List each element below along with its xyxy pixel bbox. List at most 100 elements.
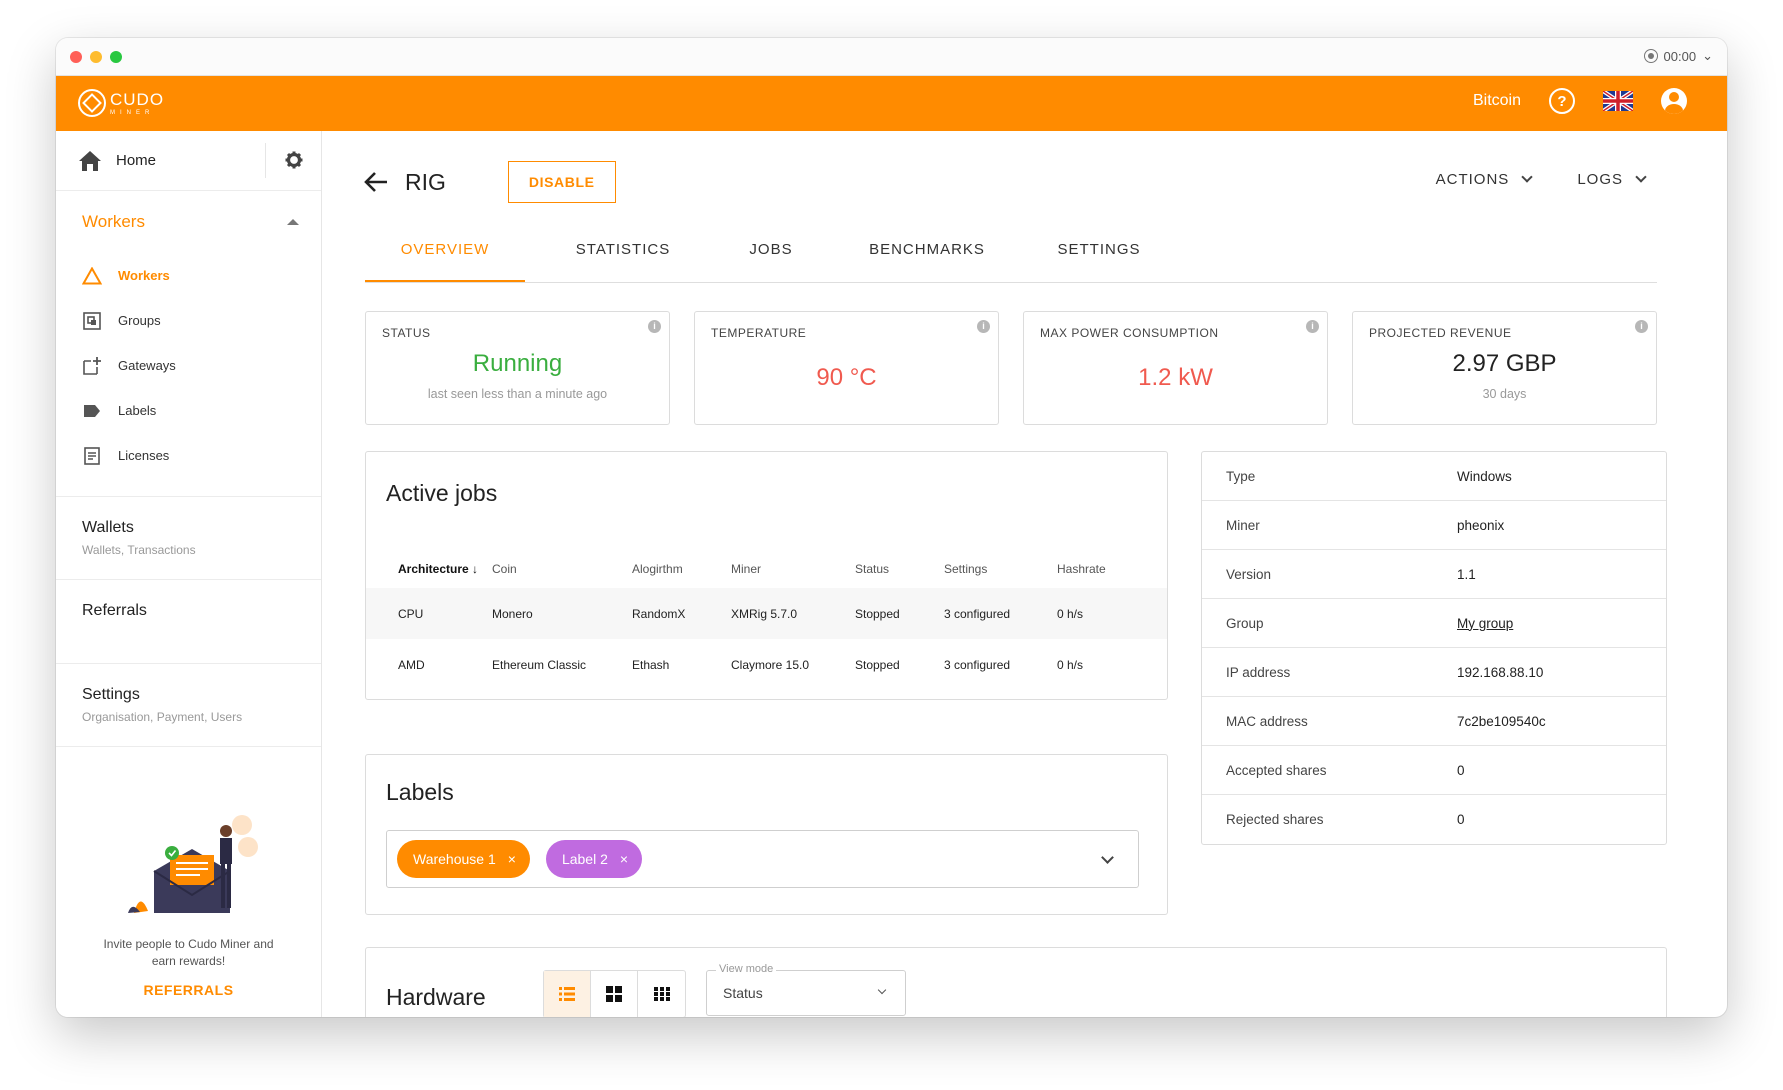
info-icon[interactable]: i (1306, 320, 1319, 333)
table-row[interactable]: CPU Monero RandomX XMRig 5.7.0 Stopped 3… (366, 588, 1167, 639)
label-chip[interactable]: Label 2 × (545, 840, 643, 878)
sidebar-item-workers[interactable]: Workers (56, 253, 321, 298)
sidebar-item-labels[interactable]: Labels (56, 388, 321, 433)
minimize-window-button[interactable] (90, 51, 102, 63)
sidebar-item-label: Licenses (118, 448, 170, 463)
maximize-window-button[interactable] (110, 51, 122, 63)
back-arrow-icon[interactable] (363, 171, 389, 193)
uk-flag-icon[interactable] (1603, 91, 1633, 111)
referrals-link[interactable]: REFERRALS (56, 982, 321, 998)
table-header-row: Architecture ↓ Coin Alogirthm Miner Stat… (366, 550, 1167, 588)
app-window: 00:00 ⌄ CUDO MINER Bitcoin ? Home Worker… (56, 38, 1727, 1017)
info-key: Group (1226, 615, 1264, 631)
remove-chip-icon[interactable]: × (508, 851, 516, 867)
column-header-status[interactable]: Status (855, 550, 944, 588)
table-cell: Stopped (855, 588, 944, 639)
tab-bar: OVERVIEW STATISTICS JOBS BENCHMARKS SETT… (365, 227, 1657, 283)
labels-select[interactable]: Warehouse 1 × Label 2 × (386, 830, 1139, 888)
tab-settings[interactable]: SETTINGS (1033, 227, 1165, 282)
chevron-down-icon (877, 985, 887, 995)
settings-subtitle: Organisation, Payment, Users (82, 710, 243, 724)
table-cell: 3 configured (944, 657, 1011, 672)
table-cell: Ethereum Classic (492, 657, 587, 672)
info-key: Rejected shares (1226, 812, 1324, 827)
wallets-title: Wallets (82, 519, 134, 536)
table-cell: 0 h/s (1057, 657, 1084, 672)
table-cell: XMRig 5.7.0 (731, 588, 855, 639)
tab-jobs[interactable]: JOBS (721, 227, 821, 282)
label-chip[interactable]: Warehouse 1 × (397, 840, 530, 878)
sidebar-home[interactable]: Home (56, 131, 321, 191)
list-view-button[interactable] (544, 971, 591, 1017)
info-value: pheonix (1457, 517, 1505, 533)
help-icon[interactable]: ? (1549, 88, 1575, 114)
account-icon[interactable] (1661, 88, 1687, 114)
column-header-architecture[interactable]: Architecture ↓ (366, 550, 492, 588)
recording-indicator[interactable]: 00:00 ⌄ (1643, 48, 1713, 64)
grid-icon (606, 986, 622, 1002)
column-header-hashrate[interactable]: Hashrate (1057, 550, 1167, 588)
table-cell: Monero (492, 588, 632, 639)
sidebar-item-gateways[interactable]: Gateways (56, 343, 321, 388)
referral-promo: Invite people to Cudo Miner and earn rew… (56, 811, 321, 998)
info-value: 192.168.88.10 (1457, 664, 1544, 680)
column-header-settings[interactable]: Settings (944, 550, 1057, 588)
compact-grid-icon (653, 987, 670, 1001)
gear-icon[interactable] (285, 151, 303, 169)
status-card: STATUS i Running last seen less than a m… (365, 311, 670, 425)
revenue-subtext: 30 days (1482, 387, 1527, 401)
currency-selector[interactable]: Bitcoin (1473, 92, 1521, 110)
referrals-title: Referrals (82, 602, 147, 619)
column-header-coin[interactable]: Coin (492, 550, 632, 588)
info-key: IP address (1226, 664, 1291, 680)
sidebar-item-groups[interactable]: Groups (56, 298, 321, 343)
info-row-mac: MAC address 7c2be109540c (1202, 697, 1666, 746)
tab-statistics[interactable]: STATISTICS (525, 227, 721, 282)
disable-button[interactable]: DISABLE (507, 161, 616, 203)
chevron-down-icon[interactable] (1101, 851, 1114, 864)
workers-section-header[interactable]: Workers (56, 191, 321, 253)
tab-overview[interactable]: OVERVIEW (365, 227, 525, 282)
info-icon[interactable]: i (1635, 320, 1648, 333)
table-cell: Claymore 15.0 (731, 657, 810, 672)
logs-dropdown[interactable]: LOGS (1577, 171, 1647, 188)
cudo-logo[interactable]: CUDO MINER (78, 89, 164, 117)
main-content: RIG DISABLE ACTIONS LOGS OVERVIEW STATIS… (323, 131, 1727, 1017)
table-cell: AMD (398, 657, 425, 672)
gateway-icon (82, 356, 102, 376)
info-value: 0 (1457, 762, 1465, 778)
warning-triangle-icon (82, 266, 102, 286)
logs-label: LOGS (1577, 171, 1623, 188)
revenue-value: 2.97 GBP (1452, 350, 1557, 377)
actions-dropdown[interactable]: ACTIONS (1436, 171, 1533, 188)
sidebar-item-licenses[interactable]: Licenses (56, 433, 321, 478)
logo-icon (78, 89, 106, 117)
sidebar-referrals[interactable]: Referrals (56, 579, 321, 663)
status-subtext: last seen less than a minute ago (427, 387, 608, 401)
table-cell: RandomX (632, 588, 731, 639)
table-cell: 0 h/s (1057, 588, 1167, 639)
column-header-miner[interactable]: Miner (731, 550, 855, 588)
temperature-card: TEMPERATURE i 90 °C (694, 311, 999, 425)
promo-text: Invite people to Cudo Miner and earn rew… (103, 937, 274, 968)
remove-chip-icon[interactable]: × (620, 851, 628, 867)
grid-view-button[interactable] (591, 971, 638, 1017)
sidebar-wallets[interactable]: Wallets Wallets, Transactions (56, 496, 321, 579)
home-icon (79, 150, 101, 171)
label-icon (82, 401, 102, 421)
view-mode-select[interactable]: View mode Status (706, 963, 906, 1016)
table-row[interactable]: AMD Ethereum Classic Ethash Claymore 15.… (366, 639, 1167, 690)
group-link[interactable]: My group (1457, 616, 1513, 631)
compact-view-button[interactable] (638, 971, 685, 1017)
info-icon[interactable]: i (977, 320, 990, 333)
column-header-algorithm[interactable]: Alogirthm (632, 550, 731, 588)
table-cell: Ethash (632, 657, 670, 672)
power-card: MAX POWER CONSUMPTION i 1.2 kW (1023, 311, 1328, 425)
tab-benchmarks[interactable]: BENCHMARKS (821, 227, 1033, 282)
chevron-down-icon (1521, 171, 1533, 183)
table-cell: Stopped (855, 657, 900, 672)
sidebar-settings[interactable]: Settings Organisation, Payment, Users (56, 663, 321, 747)
info-icon[interactable]: i (648, 320, 661, 333)
close-window-button[interactable] (70, 51, 82, 63)
revenue-card: PROJECTED REVENUE i 2.97 GBP 30 days (1352, 311, 1657, 425)
